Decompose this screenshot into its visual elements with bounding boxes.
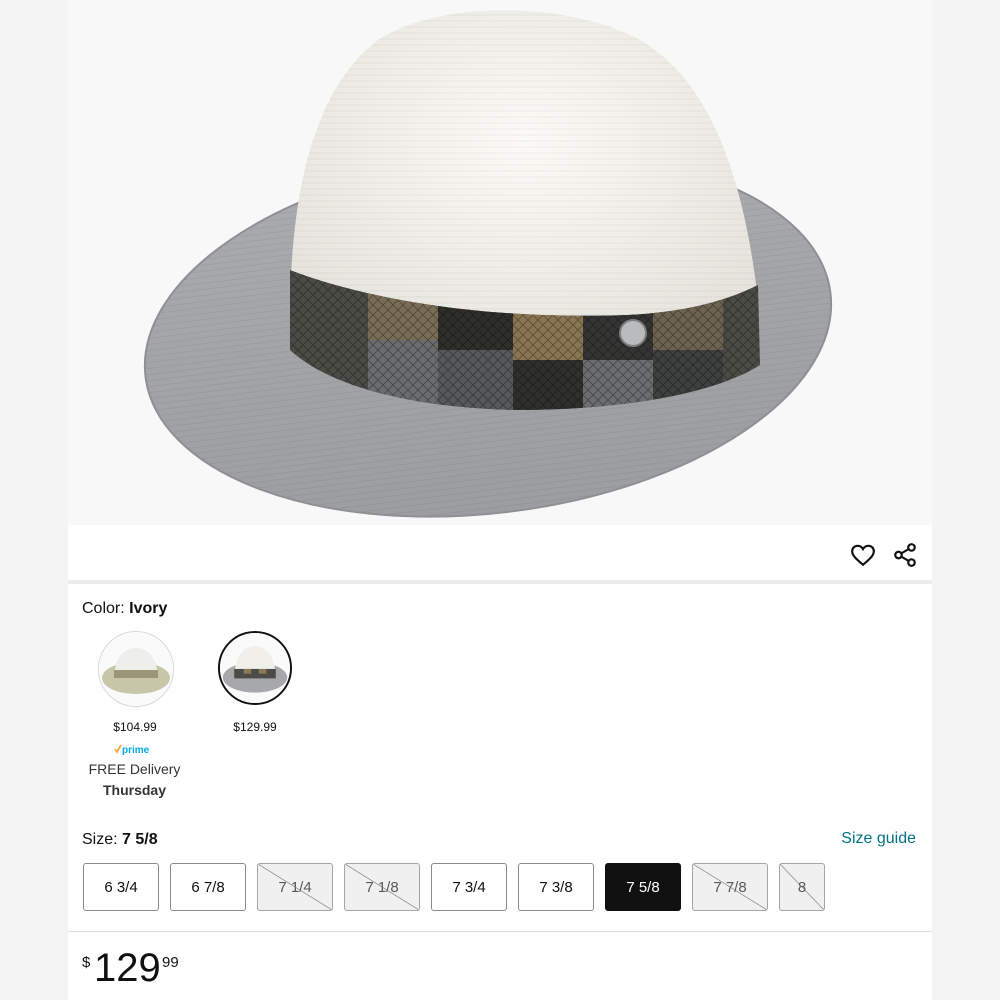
swatch-hat-thumbnail bbox=[220, 633, 290, 703]
size-option-label: 7 5/8 bbox=[626, 878, 660, 896]
heart-icon[interactable] bbox=[850, 542, 876, 568]
size-option-label: 7 3/4 bbox=[452, 878, 486, 896]
divider bbox=[68, 931, 932, 932]
swatch-hat-thumbnail bbox=[99, 632, 173, 706]
size-value: 7 5/8 bbox=[122, 831, 158, 848]
prime-text: prime bbox=[122, 745, 150, 756]
size-option-label: 8 bbox=[797, 878, 807, 896]
delivery-day: Thursday bbox=[102, 782, 166, 798]
size-option-label: 7 1/4 bbox=[278, 878, 312, 896]
price-fraction: 99 bbox=[162, 954, 179, 971]
size-option[interactable]: 7 3/8 bbox=[518, 863, 594, 911]
size-option-unavailable[interactable]: 7 1/8 bbox=[344, 863, 420, 911]
size-option[interactable]: 6 3/4 bbox=[83, 863, 159, 911]
size-option-label: 6 3/4 bbox=[104, 878, 138, 896]
size-option-selected[interactable]: 7 5/8 bbox=[605, 863, 681, 911]
color-value: Ivory bbox=[129, 600, 168, 617]
color-swatch-2-selected[interactable] bbox=[218, 631, 292, 705]
size-option-label: 7 3/8 bbox=[539, 878, 573, 896]
size-option-unavailable[interactable]: 7 7/8 bbox=[692, 863, 768, 911]
size-option-label: 7 1/8 bbox=[365, 878, 399, 896]
size-option-label: 7 7/8 bbox=[713, 878, 747, 896]
color-swatch-1[interactable] bbox=[98, 631, 174, 707]
share-icon[interactable] bbox=[892, 542, 918, 568]
size-option[interactable]: 7 3/4 bbox=[431, 863, 507, 911]
price-whole: 129 bbox=[94, 946, 161, 990]
price-currency: $ bbox=[82, 954, 91, 971]
prime-badge: prime bbox=[114, 744, 150, 756]
color-label: Color: bbox=[82, 600, 125, 617]
size-option-unavailable[interactable]: 8 bbox=[779, 863, 825, 911]
size-option-unavailable[interactable]: 7 1/4 bbox=[257, 863, 333, 911]
size-selector-label: Size: 7 5/8 bbox=[82, 831, 158, 849]
fedora-hat-image bbox=[143, 10, 833, 518]
product-card: Color: Ivory $104.99 prime FREE Delivery… bbox=[68, 0, 932, 1000]
size-option-label: 6 7/8 bbox=[191, 878, 225, 896]
swatch-2-price: $129.99 bbox=[233, 720, 277, 734]
size-option[interactable]: 6 7/8 bbox=[170, 863, 246, 911]
color-selector-label: Color: Ivory bbox=[82, 600, 167, 618]
product-image[interactable] bbox=[68, 0, 932, 525]
free-delivery-text: FREE Delivery bbox=[88, 761, 181, 777]
size-label: Size: bbox=[82, 831, 118, 848]
swatch-1-price: $104.99 bbox=[113, 720, 157, 734]
size-guide-link[interactable]: Size guide bbox=[841, 830, 916, 848]
image-action-bar bbox=[68, 526, 932, 584]
